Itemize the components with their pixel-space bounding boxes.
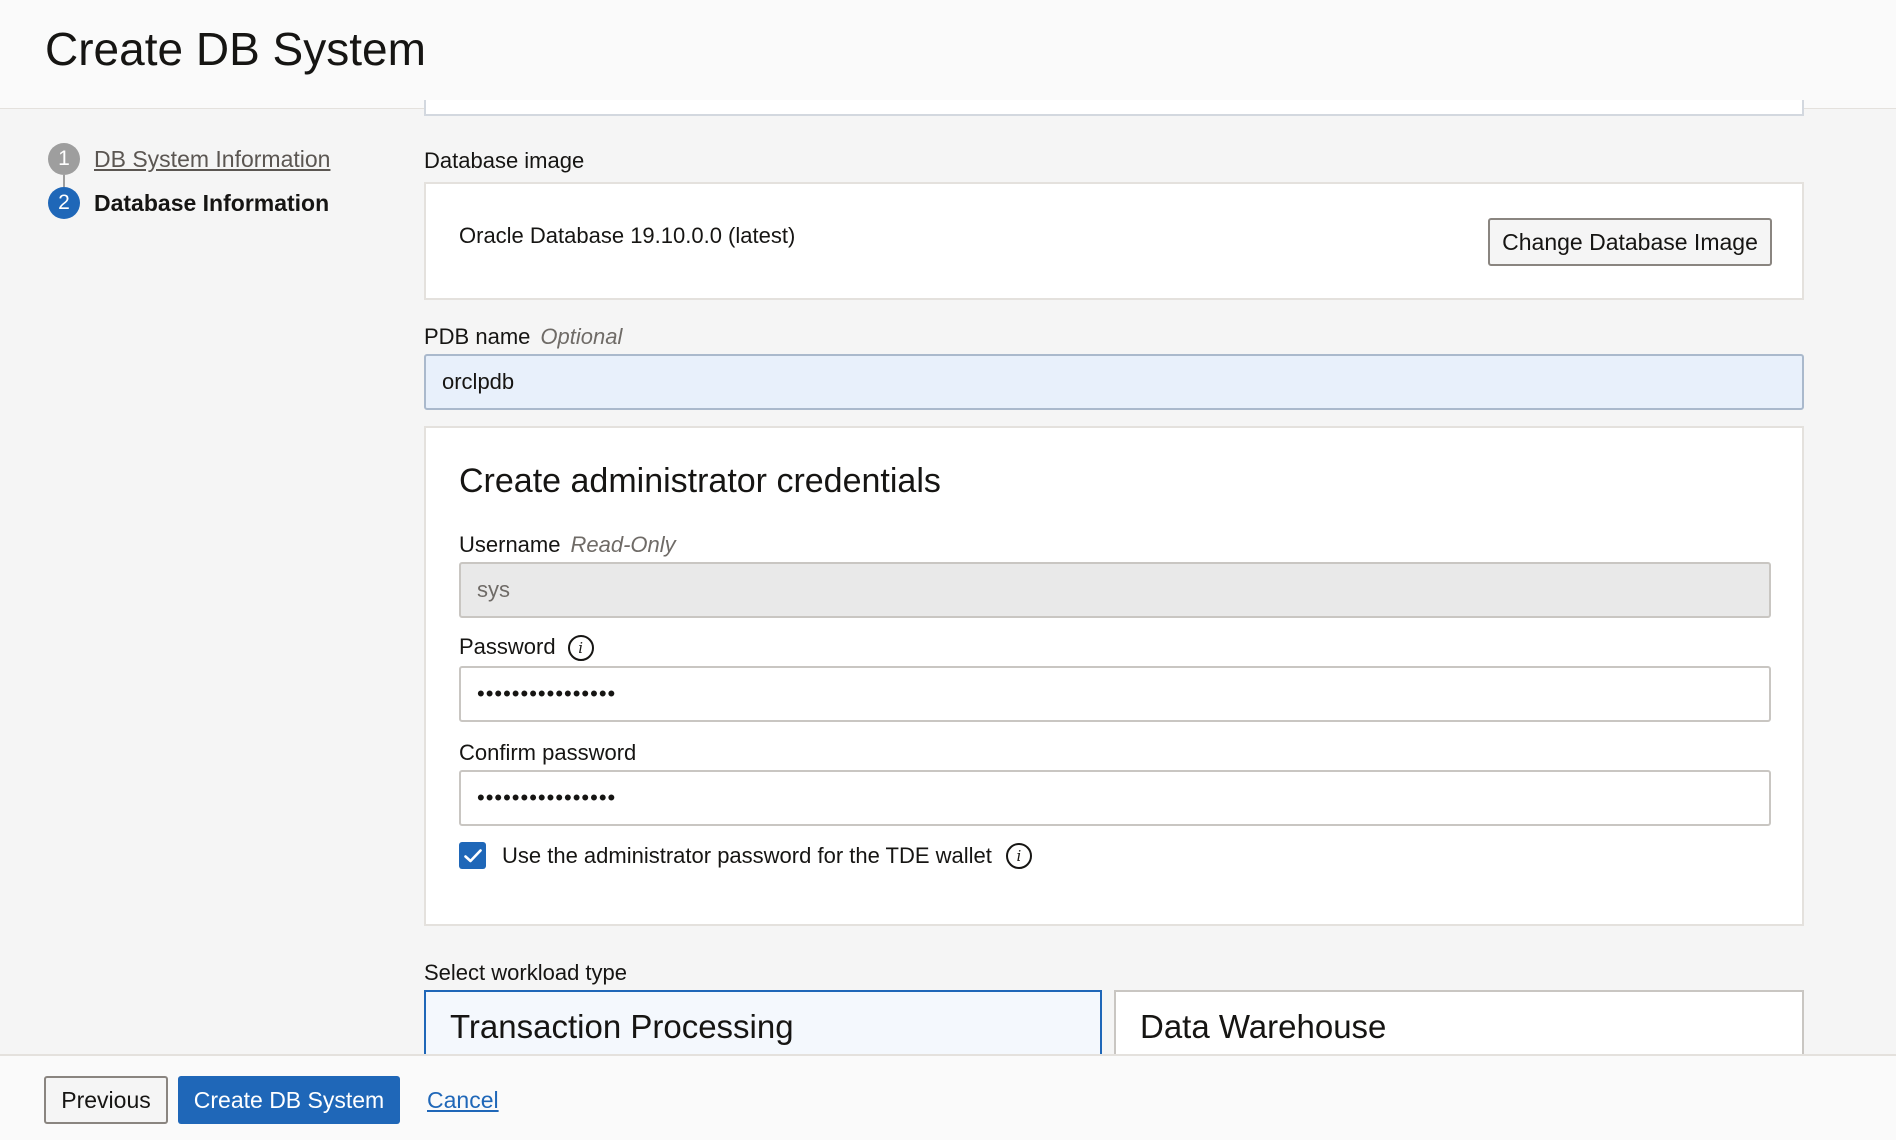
database-image-panel: Oracle Database 19.10.0.0 (latest) Chang… [424,182,1804,300]
username-input: sys [459,562,1771,618]
tde-wallet-option: Use the administrator password for the T… [459,842,1032,869]
tde-wallet-checkbox-label: Use the administrator password for the T… [502,842,992,868]
optional-tag: Optional [540,324,623,349]
step-db-system-information[interactable]: 1 DB System Information [48,143,330,187]
change-database-image-button[interactable]: Change Database Image [1488,218,1772,266]
cancel-link[interactable]: Cancel [427,1087,499,1114]
tde-wallet-checkbox[interactable] [459,842,486,869]
pdb-name-label-text: PDB name [424,324,531,349]
pdb-name-input[interactable]: orclpdb [424,354,1804,410]
page-title: Create DB System [45,23,426,75]
username-label-text: Username [459,532,561,557]
workload-option-transaction-processing[interactable]: Transaction Processing [424,990,1102,1060]
confirm-password-input[interactable]: •••••••••••••••• [459,770,1771,826]
checkmark-icon [463,848,482,862]
workload-type-label: Select workload type [424,960,627,985]
step-connector [63,175,65,187]
database-image-value: Oracle Database 19.10.0.0 (latest) [459,223,796,248]
previous-button[interactable]: Previous [44,1076,168,1124]
username-label: Username Read-Only [459,532,676,558]
credentials-title: Create administrator credentials [459,462,941,500]
step-1-number: 1 [48,143,80,175]
info-icon[interactable]: i [1005,842,1032,869]
footer-bar: Previous Create DB System Cancel [0,1054,1896,1140]
admin-credentials-panel: Create administrator credentials Usernam… [424,426,1804,926]
info-icon[interactable]: i [567,635,594,662]
password-label-text: Password [459,634,556,659]
password-input[interactable]: •••••••••••••••• [459,666,1771,722]
password-label: Password i [459,634,594,662]
read-only-tag: Read-Only [570,532,676,557]
step-1-label[interactable]: DB System Information [94,146,330,173]
step-database-information: 2 Database Information [48,187,329,219]
page-header: Create DB System [0,0,1896,109]
workload-option-data-warehouse[interactable]: Data Warehouse [1114,990,1804,1060]
confirm-password-label: Confirm password [459,740,637,765]
pdb-name-label: PDB name Optional [424,324,622,350]
previous-section-bottom-edge [424,100,1804,116]
database-image-label: Database image [424,148,585,173]
step-2-number: 2 [48,187,80,219]
create-db-system-button[interactable]: Create DB System [178,1076,400,1124]
step-2-label: Database Information [94,189,330,216]
